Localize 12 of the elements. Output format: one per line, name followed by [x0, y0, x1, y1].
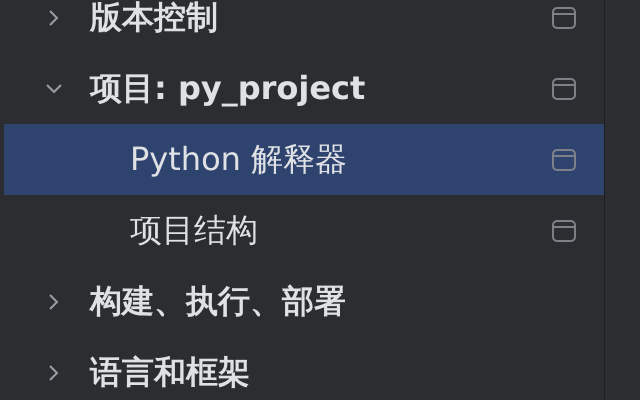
tree-item[interactable]: Python 解释器 [4, 124, 604, 195]
tree-item-label: 项目: py_project [90, 68, 366, 108]
tree-item-label: 语言和框架 [90, 352, 251, 392]
tree-item[interactable]: 语言和框架 [4, 337, 604, 400]
tree-item-label: Python 解释器 [130, 138, 348, 180]
tree-item[interactable]: 版本控制 [4, 0, 604, 53]
tree-item-label: 项目结构 [130, 210, 259, 250]
tree-item-label: 构建、执行、部署 [90, 280, 347, 322]
tree-item[interactable]: 项目结构 [4, 195, 604, 266]
tree-item[interactable]: 构建、执行、部署 [4, 266, 604, 337]
tree-item[interactable]: 项目: py_project [4, 53, 604, 124]
tree-item-label: 版本控制 [90, 0, 219, 38]
